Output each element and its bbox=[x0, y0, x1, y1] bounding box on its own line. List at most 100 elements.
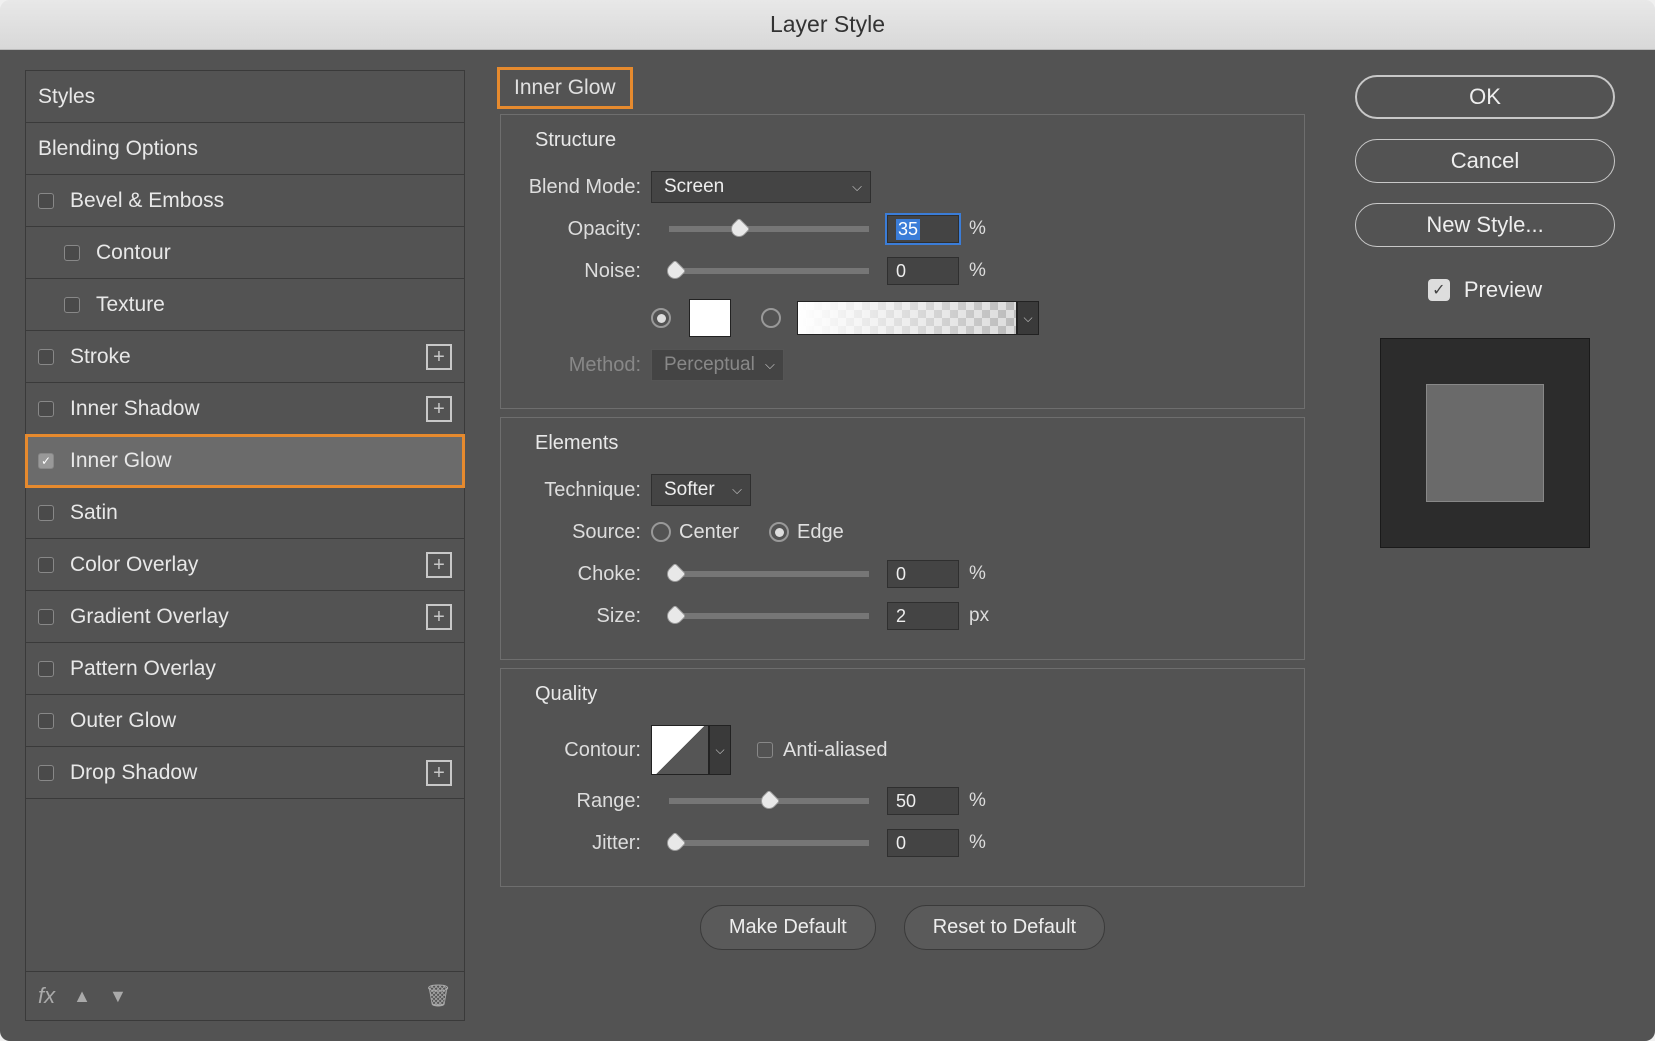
sidebar-item-label: Inner Glow bbox=[70, 449, 172, 473]
plus-icon[interactable]: + bbox=[426, 552, 452, 578]
technique-select[interactable]: Softer⌵ bbox=[651, 474, 751, 506]
slider-thumb-icon[interactable] bbox=[664, 260, 687, 283]
source-center-radio[interactable] bbox=[651, 522, 671, 542]
checkbox-icon[interactable] bbox=[38, 661, 54, 677]
slider-thumb-icon[interactable] bbox=[664, 832, 687, 855]
group-legend: Quality bbox=[521, 683, 1284, 706]
plus-icon[interactable]: + bbox=[426, 344, 452, 370]
blend-mode-label: Blend Mode: bbox=[521, 176, 651, 199]
slider-thumb-icon[interactable] bbox=[728, 218, 751, 241]
slider-thumb-icon[interactable] bbox=[758, 790, 781, 813]
trash-icon[interactable]: 🗑 bbox=[424, 983, 452, 1009]
size-label: Size: bbox=[521, 605, 651, 628]
checkbox-icon[interactable]: ✓ bbox=[1428, 279, 1450, 301]
checkbox-icon[interactable] bbox=[38, 401, 54, 417]
chevron-down-icon[interactable]: ⌵ bbox=[1017, 301, 1039, 335]
arrow-down-icon[interactable]: ▼ bbox=[109, 986, 127, 1007]
choke-slider[interactable] bbox=[669, 571, 869, 577]
fx-menu-icon[interactable]: fx bbox=[38, 983, 55, 1009]
checkbox-icon[interactable] bbox=[38, 609, 54, 625]
checkbox-icon[interactable] bbox=[38, 193, 54, 209]
unit-label: % bbox=[969, 563, 986, 585]
checkbox-icon[interactable] bbox=[38, 765, 54, 781]
sidebar-item-drop-shadow[interactable]: Drop Shadow + bbox=[26, 747, 464, 799]
color-radio[interactable] bbox=[651, 308, 671, 328]
reset-default-button[interactable]: Reset to Default bbox=[904, 905, 1105, 950]
settings-panel: Inner Glow Structure Blend Mode: Screen⌵… bbox=[485, 70, 1320, 1021]
panel-title: Inner Glow bbox=[500, 70, 630, 106]
sidebar-item-label: Drop Shadow bbox=[70, 761, 197, 785]
sidebar-item-label: Inner Shadow bbox=[70, 397, 200, 421]
sidebar-item-inner-shadow[interactable]: Inner Shadow + bbox=[26, 383, 464, 435]
window-title: Layer Style bbox=[0, 0, 1655, 50]
plus-icon[interactable]: + bbox=[426, 604, 452, 630]
sidebar-item-stroke[interactable]: Stroke + bbox=[26, 331, 464, 383]
jitter-input[interactable]: 0 bbox=[887, 829, 959, 857]
jitter-slider[interactable] bbox=[669, 840, 869, 846]
sidebar-item-label: Contour bbox=[96, 241, 171, 265]
cancel-button[interactable]: Cancel bbox=[1355, 139, 1615, 183]
unit-label: px bbox=[969, 605, 989, 627]
chevron-down-icon: ⌵ bbox=[732, 482, 742, 498]
checkbox-icon[interactable] bbox=[38, 505, 54, 521]
source-center-label: Center bbox=[679, 521, 739, 544]
checkbox-icon[interactable] bbox=[64, 245, 80, 261]
noise-slider[interactable] bbox=[669, 268, 869, 274]
preview-toggle[interactable]: ✓ Preview bbox=[1428, 277, 1542, 303]
sidebar-item-satin[interactable]: Satin bbox=[26, 487, 464, 539]
sidebar-blending-options[interactable]: Blending Options bbox=[26, 123, 464, 175]
slider-thumb-icon[interactable] bbox=[664, 563, 687, 586]
sidebar-item-label: Stroke bbox=[70, 345, 131, 369]
arrow-up-icon[interactable]: ▲ bbox=[73, 986, 91, 1007]
chevron-down-icon: ⌵ bbox=[765, 357, 775, 373]
source-edge-radio[interactable] bbox=[769, 522, 789, 542]
make-default-button[interactable]: Make Default bbox=[700, 905, 876, 950]
technique-label: Technique: bbox=[521, 479, 651, 502]
contour-label: Contour: bbox=[521, 739, 651, 762]
plus-icon[interactable]: + bbox=[426, 760, 452, 786]
sidebar-item-outer-glow[interactable]: Outer Glow bbox=[26, 695, 464, 747]
sidebar-item-bevel-emboss[interactable]: Bevel & Emboss bbox=[26, 175, 464, 227]
sidebar-styles-header[interactable]: Styles bbox=[26, 71, 464, 123]
sidebar-item-color-overlay[interactable]: Color Overlay + bbox=[26, 539, 464, 591]
contour-picker[interactable] bbox=[651, 725, 709, 775]
structure-group: Structure Blend Mode: Screen⌵ Opacity: 3… bbox=[500, 114, 1305, 409]
sidebar-item-texture[interactable]: Texture bbox=[26, 279, 464, 331]
unit-label: % bbox=[969, 832, 986, 854]
action-column: OK Cancel New Style... ✓ Preview bbox=[1340, 70, 1630, 1021]
quality-group: Quality Contour: ⌵ Anti-aliased Range: 5… bbox=[500, 668, 1305, 887]
color-swatch[interactable] bbox=[689, 299, 731, 337]
size-input[interactable]: 2 bbox=[887, 602, 959, 630]
slider-thumb-icon[interactable] bbox=[664, 605, 687, 628]
sidebar-item-label: Outer Glow bbox=[70, 709, 176, 733]
default-buttons: Make Default Reset to Default bbox=[500, 905, 1305, 950]
opacity-input[interactable]: 35 bbox=[887, 215, 959, 243]
sidebar-item-label: Pattern Overlay bbox=[70, 657, 216, 681]
size-slider[interactable] bbox=[669, 613, 869, 619]
new-style-button[interactable]: New Style... bbox=[1355, 203, 1615, 247]
range-input[interactable]: 50 bbox=[887, 787, 959, 815]
sidebar-item-inner-glow[interactable]: ✓ Inner Glow bbox=[26, 435, 464, 487]
noise-input[interactable]: 0 bbox=[887, 257, 959, 285]
anti-aliased-checkbox[interactable] bbox=[757, 742, 773, 758]
blend-mode-select[interactable]: Screen⌵ bbox=[651, 171, 871, 203]
chevron-down-icon[interactable]: ⌵ bbox=[709, 725, 731, 775]
unit-label: % bbox=[969, 790, 986, 812]
sidebar-item-pattern-overlay[interactable]: Pattern Overlay bbox=[26, 643, 464, 695]
checkbox-icon[interactable] bbox=[64, 297, 80, 313]
ok-button[interactable]: OK bbox=[1355, 75, 1615, 119]
unit-label: % bbox=[969, 218, 986, 240]
checkbox-icon[interactable] bbox=[38, 713, 54, 729]
sidebar-item-contour[interactable]: Contour bbox=[26, 227, 464, 279]
checkbox-icon[interactable] bbox=[38, 349, 54, 365]
dialog-body: Styles Blending Options Bevel & Emboss C… bbox=[0, 50, 1655, 1041]
gradient-picker[interactable] bbox=[797, 301, 1017, 335]
checkbox-icon[interactable] bbox=[38, 557, 54, 573]
choke-input[interactable]: 0 bbox=[887, 560, 959, 588]
plus-icon[interactable]: + bbox=[426, 396, 452, 422]
sidebar-item-gradient-overlay[interactable]: Gradient Overlay + bbox=[26, 591, 464, 643]
range-slider[interactable] bbox=[669, 798, 869, 804]
opacity-slider[interactable] bbox=[669, 226, 869, 232]
checkbox-icon[interactable]: ✓ bbox=[38, 453, 54, 469]
gradient-radio[interactable] bbox=[761, 308, 781, 328]
